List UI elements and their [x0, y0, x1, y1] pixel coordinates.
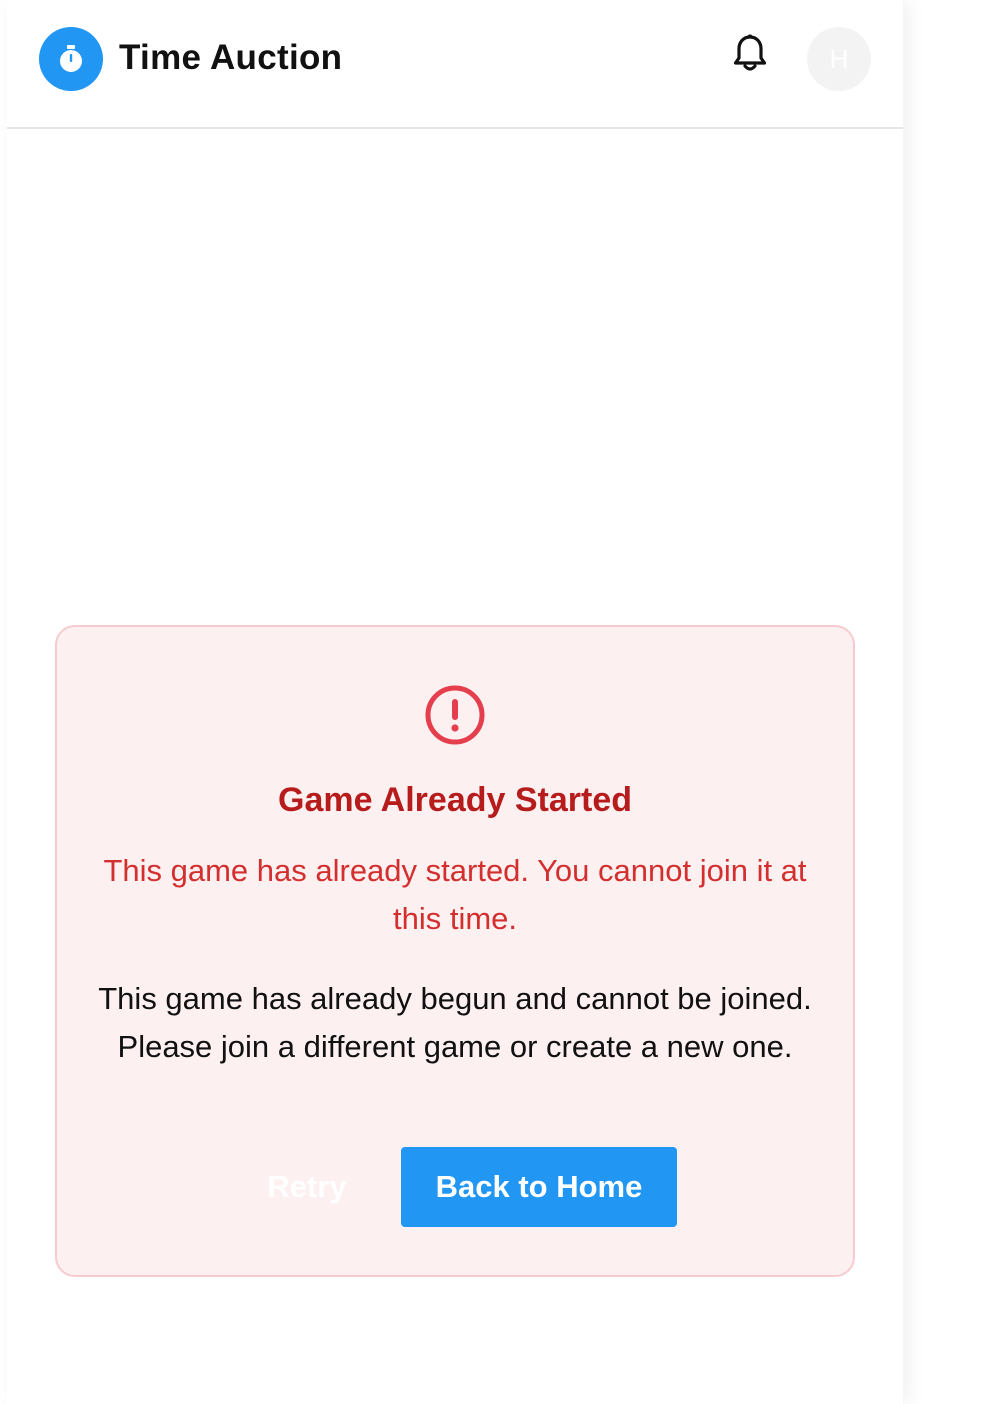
- error-title: Game Already Started: [278, 781, 632, 819]
- retry-button[interactable]: Retry: [247, 1147, 367, 1227]
- page: Time Auction H Game Already Started This…: [7, 0, 903, 1404]
- bell-icon: [733, 34, 767, 71]
- app-header: Time Auction H: [7, 0, 903, 129]
- notifications-button[interactable]: [728, 30, 772, 78]
- app-logo[interactable]: [39, 27, 103, 91]
- alert-circle-icon: [425, 685, 485, 745]
- error-message: This game has already started. You canno…: [103, 853, 807, 936]
- error-card: Game Already Started This game has alrea…: [55, 625, 855, 1277]
- back-to-home-button[interactable]: Back to Home: [401, 1147, 677, 1227]
- stopwatch-icon: [60, 45, 82, 72]
- user-avatar[interactable]: H: [807, 27, 871, 91]
- app-title: Time Auction: [119, 38, 343, 77]
- error-detail: This game has already begun and cannot b…: [98, 981, 812, 1064]
